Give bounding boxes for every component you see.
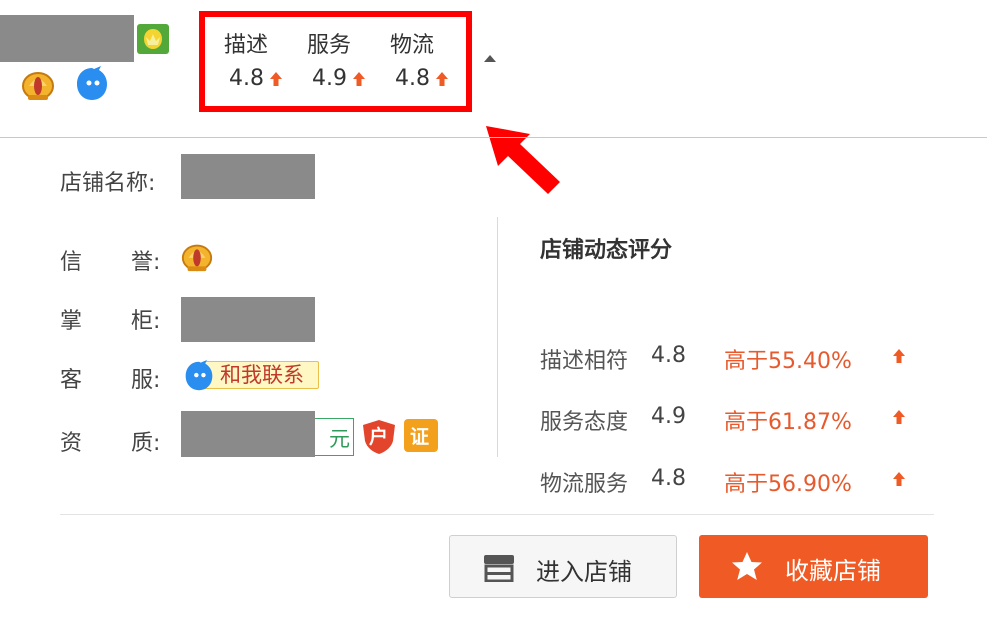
footer-divider bbox=[60, 514, 934, 515]
keeper-redacted bbox=[181, 297, 315, 342]
deposit-unit: 元 bbox=[329, 427, 350, 451]
header-divider bbox=[0, 137, 987, 138]
up-arrow-icon bbox=[436, 72, 448, 86]
score-describe: 4.8 bbox=[229, 66, 282, 91]
up-arrow-icon bbox=[270, 72, 282, 86]
rating-compare-logistics: 高于56.90% bbox=[724, 472, 852, 497]
rating-label-service: 服务态度 bbox=[540, 410, 629, 435]
crown-icon bbox=[180, 239, 214, 273]
wangwang-icon bbox=[185, 360, 213, 391]
crown-icon bbox=[20, 66, 56, 102]
rating-compare-describe: 高于55.40% bbox=[724, 349, 852, 374]
credit-label-b: 誉: bbox=[131, 250, 161, 275]
service-label-b: 服: bbox=[131, 368, 161, 393]
contact-me-button[interactable]: 和我联系 bbox=[183, 360, 321, 392]
shop-level-icon bbox=[136, 23, 170, 55]
up-arrow-icon bbox=[893, 349, 905, 363]
shield-badge-text: 户 bbox=[369, 426, 389, 448]
cert-redacted bbox=[181, 411, 315, 457]
wangwang-icon[interactable] bbox=[74, 66, 110, 102]
rating-label-describe: 描述相符 bbox=[540, 349, 629, 374]
store-icon bbox=[484, 555, 514, 582]
score-label-logistics: 物流 bbox=[390, 33, 435, 58]
keeper-label-b: 柜: bbox=[131, 309, 161, 334]
dropdown-caret-icon[interactable] bbox=[484, 54, 496, 62]
up-arrow-icon bbox=[893, 410, 905, 424]
score-label-service: 服务 bbox=[307, 33, 352, 58]
verified-badge: 证 bbox=[404, 419, 438, 452]
rating-label-logistics: 物流服务 bbox=[540, 472, 629, 497]
callout-arrow-icon bbox=[486, 126, 560, 194]
star-icon bbox=[732, 552, 762, 580]
seller-name-redacted bbox=[0, 15, 134, 62]
up-arrow-icon bbox=[353, 72, 365, 86]
favorite-shop-label: 收藏店铺 bbox=[785, 557, 881, 585]
enter-shop-button[interactable]: 进入店铺 bbox=[449, 535, 677, 598]
cert-label-a: 资 bbox=[60, 431, 83, 456]
dynamic-rating-title: 店铺动态评分 bbox=[540, 238, 673, 263]
enter-shop-label: 进入店铺 bbox=[536, 558, 632, 586]
score-value: 4.8 bbox=[395, 66, 430, 91]
shield-badge: 户 bbox=[362, 419, 396, 455]
column-divider bbox=[497, 217, 498, 457]
up-arrow-icon bbox=[893, 472, 905, 486]
score-service: 4.9 bbox=[312, 66, 365, 91]
verified-badge-text: 证 bbox=[410, 426, 430, 448]
shop-name-redacted bbox=[181, 154, 315, 199]
score-logistics: 4.8 bbox=[395, 66, 448, 91]
favorite-shop-button[interactable]: 收藏店铺 bbox=[699, 535, 928, 598]
score-value: 4.9 bbox=[312, 66, 347, 91]
contact-me-label: 和我联系 bbox=[203, 361, 319, 389]
rating-compare-service: 高于61.87% bbox=[724, 410, 852, 435]
service-label-a: 客 bbox=[60, 368, 83, 393]
rating-value-describe: 4.8 bbox=[651, 343, 686, 368]
score-label-describe: 描述 bbox=[224, 33, 269, 58]
score-value: 4.8 bbox=[229, 66, 264, 91]
shop-name-label: 店铺名称: bbox=[60, 171, 156, 196]
cert-label-b: 质: bbox=[131, 431, 161, 456]
credit-label-a: 信 bbox=[60, 250, 83, 275]
rating-value-service: 4.9 bbox=[651, 404, 686, 429]
rating-value-logistics: 4.8 bbox=[651, 466, 686, 491]
keeper-label-a: 掌 bbox=[60, 309, 83, 334]
